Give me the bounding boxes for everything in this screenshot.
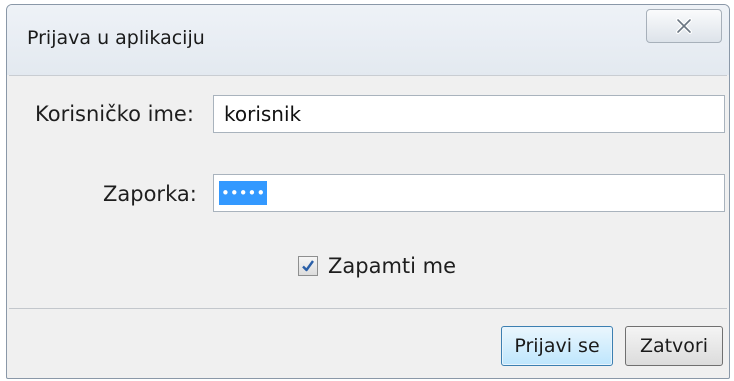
password-value: ••••• bbox=[219, 181, 268, 205]
remember-me-checkbox[interactable] bbox=[298, 256, 318, 276]
close-x-icon bbox=[676, 18, 692, 34]
login-button[interactable]: Prijavi se bbox=[501, 326, 613, 366]
login-dialog: Prijava u aplikaciju Korisničko ime: Zap… bbox=[6, 4, 730, 379]
button-bar-divider bbox=[9, 308, 727, 309]
username-label: Korisničko ime: bbox=[35, 102, 194, 126]
username-input[interactable] bbox=[213, 95, 725, 133]
dialog-body: Korisničko ime: Zaporka: ••••• Zapamti m… bbox=[9, 75, 727, 376]
window-title: Prijava u aplikaciju bbox=[27, 27, 205, 49]
remember-me-option[interactable]: Zapamti me bbox=[298, 254, 456, 278]
checkmark-icon bbox=[302, 260, 314, 272]
password-input[interactable]: ••••• bbox=[213, 174, 725, 212]
remember-me-label: Zapamti me bbox=[328, 254, 457, 278]
title-bar[interactable]: Prijava u aplikaciju bbox=[7, 5, 729, 75]
password-label: Zaporka: bbox=[103, 182, 197, 206]
close-button[interactable]: Zatvori bbox=[625, 326, 723, 366]
window-close-button[interactable] bbox=[646, 9, 722, 43]
